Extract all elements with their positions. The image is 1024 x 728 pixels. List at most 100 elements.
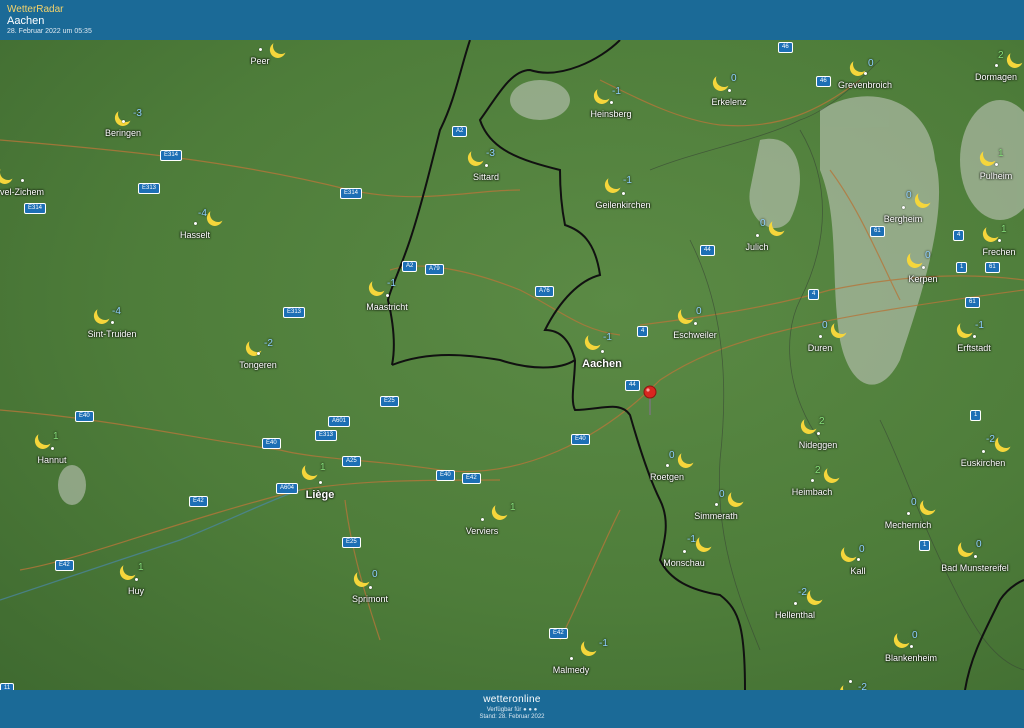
road-number-badge: E313	[315, 430, 338, 441]
weather-map[interactable]: Peer -3 Beringen -1 vel-Zichem -4 Hasselt -4 Sin…	[0, 40, 1024, 690]
city-label[interactable]: vel-Zichem	[0, 187, 44, 197]
city-dot	[610, 101, 613, 104]
road-number-badge: E40	[262, 438, 281, 449]
city-label[interactable]: Roetgen	[650, 472, 684, 482]
road-number-badge: E25	[380, 396, 399, 407]
city-dot	[756, 234, 759, 237]
temperature-label: 2	[819, 416, 825, 427]
city-label[interactable]: Dormagen	[975, 72, 1017, 82]
city-label[interactable]: Liège	[306, 489, 335, 501]
city-label[interactable]: Geilenkirchen	[595, 200, 650, 210]
city-dot	[857, 558, 860, 561]
temperature-label: 1	[998, 148, 1004, 159]
road-number-badge: 4	[953, 230, 965, 241]
city-label[interactable]: Malmedy	[553, 665, 590, 675]
temperature-label: 0	[731, 73, 737, 84]
city-label[interactable]: Bergheim	[884, 214, 923, 224]
road-number-badge: 61	[965, 297, 980, 308]
city-label[interactable]: Beringen	[105, 128, 141, 138]
city-dot	[21, 179, 24, 182]
city-label[interactable]: Duren	[808, 343, 833, 353]
city-label[interactable]: Heinsberg	[590, 109, 631, 119]
city-label[interactable]: Maastricht	[366, 302, 408, 312]
city-dot	[974, 555, 977, 558]
city-label[interactable]: Frechen	[982, 247, 1015, 257]
city-label[interactable]: Erkelenz	[711, 97, 746, 107]
city-label[interactable]: Verviers	[466, 526, 499, 536]
city-label[interactable]: Sprimont	[352, 594, 388, 604]
city-label[interactable]: Heimbach	[792, 487, 833, 497]
city-label[interactable]: Hasselt	[180, 230, 210, 240]
temperature-label: 0	[372, 569, 378, 580]
city-label[interactable]: Monschau	[663, 558, 705, 568]
road-number-badge: E42	[462, 473, 481, 484]
city-label[interactable]: Huy	[128, 586, 144, 596]
city-label[interactable]: Pulheim	[980, 171, 1013, 181]
city-dot	[259, 48, 262, 51]
city-label[interactable]: Kall	[850, 566, 865, 576]
city-dot	[728, 89, 731, 92]
city-dot	[817, 432, 820, 435]
road-number-badge: E42	[189, 496, 208, 507]
temperature-label: 0	[925, 250, 931, 261]
city-label[interactable]: Kerpen	[908, 274, 937, 284]
city-dot	[683, 550, 686, 553]
temperature-label: 0	[669, 450, 675, 461]
city-label[interactable]: Euskirchen	[961, 458, 1006, 468]
temperature-label: 0	[976, 539, 982, 550]
brand-logo: wetteronline	[483, 694, 541, 705]
city-label[interactable]: Blankenheim	[885, 653, 937, 663]
city-dot	[995, 163, 998, 166]
city-label[interactable]: Erftstadt	[957, 343, 991, 353]
city-dot	[982, 450, 985, 453]
city-label[interactable]: Grevenbroich	[838, 80, 892, 90]
city-dot	[922, 266, 925, 269]
city-label[interactable]: Julich	[745, 242, 768, 252]
temperature-label: 0	[696, 306, 702, 317]
city-dot	[485, 164, 488, 167]
road-number-badge: E40	[75, 411, 94, 422]
temperature-label: 1	[138, 562, 144, 573]
temperature-label: -1	[603, 332, 612, 343]
temperature-label: -1	[975, 320, 984, 331]
data-stand: Stand: 28. Februar 2022	[479, 714, 545, 720]
road-number-badge: A79	[425, 264, 444, 275]
road-number-badge: A25	[342, 456, 361, 467]
road-number-badge: A76	[535, 286, 554, 297]
city-label[interactable]: Hannut	[37, 455, 66, 465]
temperature-label: -3	[486, 148, 495, 159]
city-label[interactable]: Sint-Truiden	[88, 329, 137, 339]
city-dot	[386, 294, 389, 297]
temperature-label: -1	[599, 638, 608, 649]
road-number-badge: 1	[970, 410, 982, 421]
temperature-label: -2	[858, 682, 867, 690]
city-label[interactable]: Hellenthal	[775, 610, 815, 620]
road-number-badge: A2	[402, 261, 418, 272]
city-label[interactable]: Sittard	[473, 172, 499, 182]
city-label[interactable]: Mechernich	[885, 520, 932, 530]
city-label[interactable]: Tongeren	[239, 360, 277, 370]
city-label[interactable]: Nideggen	[799, 440, 838, 450]
city-label[interactable]: Simmerath	[694, 511, 738, 521]
temperature-label: 1	[320, 462, 326, 473]
location-pin-icon[interactable]	[643, 385, 657, 417]
road-number-badge: E25	[342, 537, 361, 548]
map-base	[0, 40, 1024, 690]
city-dot	[135, 578, 138, 581]
temperature-label: -1	[612, 86, 621, 97]
city-label[interactable]: Peer	[250, 56, 269, 66]
city-label[interactable]: Bad Munstereifel	[941, 563, 1009, 573]
city-label[interactable]: Aachen	[582, 358, 622, 370]
city-dot	[715, 503, 718, 506]
city-label[interactable]: Eschweiler	[673, 330, 717, 340]
temperature-label: -2	[986, 434, 995, 445]
city-dot	[995, 64, 998, 67]
city-dot	[694, 322, 697, 325]
road-number-badge: E40	[571, 434, 590, 445]
city-dot	[973, 335, 976, 338]
temperature-label: 0	[906, 190, 912, 201]
temperature-label: 1	[1001, 224, 1007, 235]
road-number-badge: A601	[328, 416, 351, 427]
temperature-label: 1	[53, 431, 59, 442]
city-dot	[907, 512, 910, 515]
